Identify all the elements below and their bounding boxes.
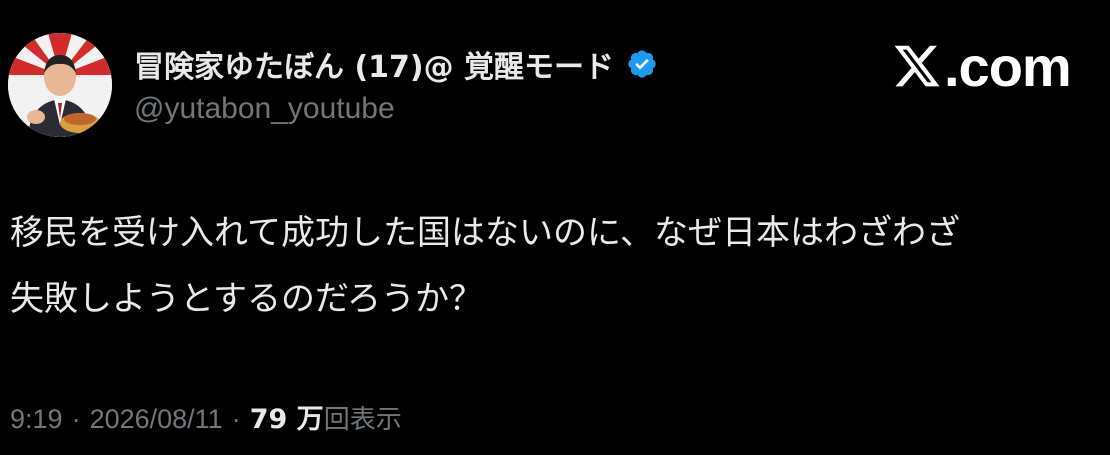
tweet-date[interactable]: 2026/08/11 (90, 404, 223, 435)
author-name-row: 冒険家ゆたぼん (17)@ 覚醒モード (134, 40, 658, 88)
avatar-photo (8, 33, 112, 137)
views-label: 回表示 (323, 405, 402, 435)
author-display-name[interactable]: 冒険家ゆたぼん (17)@ 覚醒モード (134, 42, 614, 86)
tweet-card: 冒険家ゆたぼん (17)@ 覚醒モード @yutabon_youtube .co… (0, 0, 1110, 455)
tweet-body-line: 失敗しようとするのだろうか？ (10, 279, 483, 319)
tweet-body-line: 移民を受け入れて成功した国はないのに、なぜ日本はわざわざ (10, 213, 960, 253)
views-count[interactable]: 79 万 (250, 397, 324, 436)
tweet-time[interactable]: 9:19 (10, 404, 63, 435)
brand-watermark: .com (892, 30, 1072, 102)
author-block: 冒険家ゆたぼん (17)@ 覚醒モード @yutabon_youtube (134, 40, 658, 126)
meta-separator: · (231, 404, 241, 434)
tweet-body: 移民を受け入れて成功した国はないのに、なぜ日本はわざわざ 失敗しようとするのだろ… (10, 200, 1105, 332)
meta-separator: · (71, 404, 81, 434)
verified-badge-icon (626, 48, 658, 80)
x-logo-icon (892, 41, 942, 91)
tweet-meta: 9:19 · 2026/08/11 · 79 万 回表示 (10, 397, 402, 436)
avatar[interactable] (8, 33, 112, 137)
brand-domain-text: .com (944, 34, 1072, 98)
author-handle[interactable]: @yutabon_youtube (134, 92, 658, 126)
